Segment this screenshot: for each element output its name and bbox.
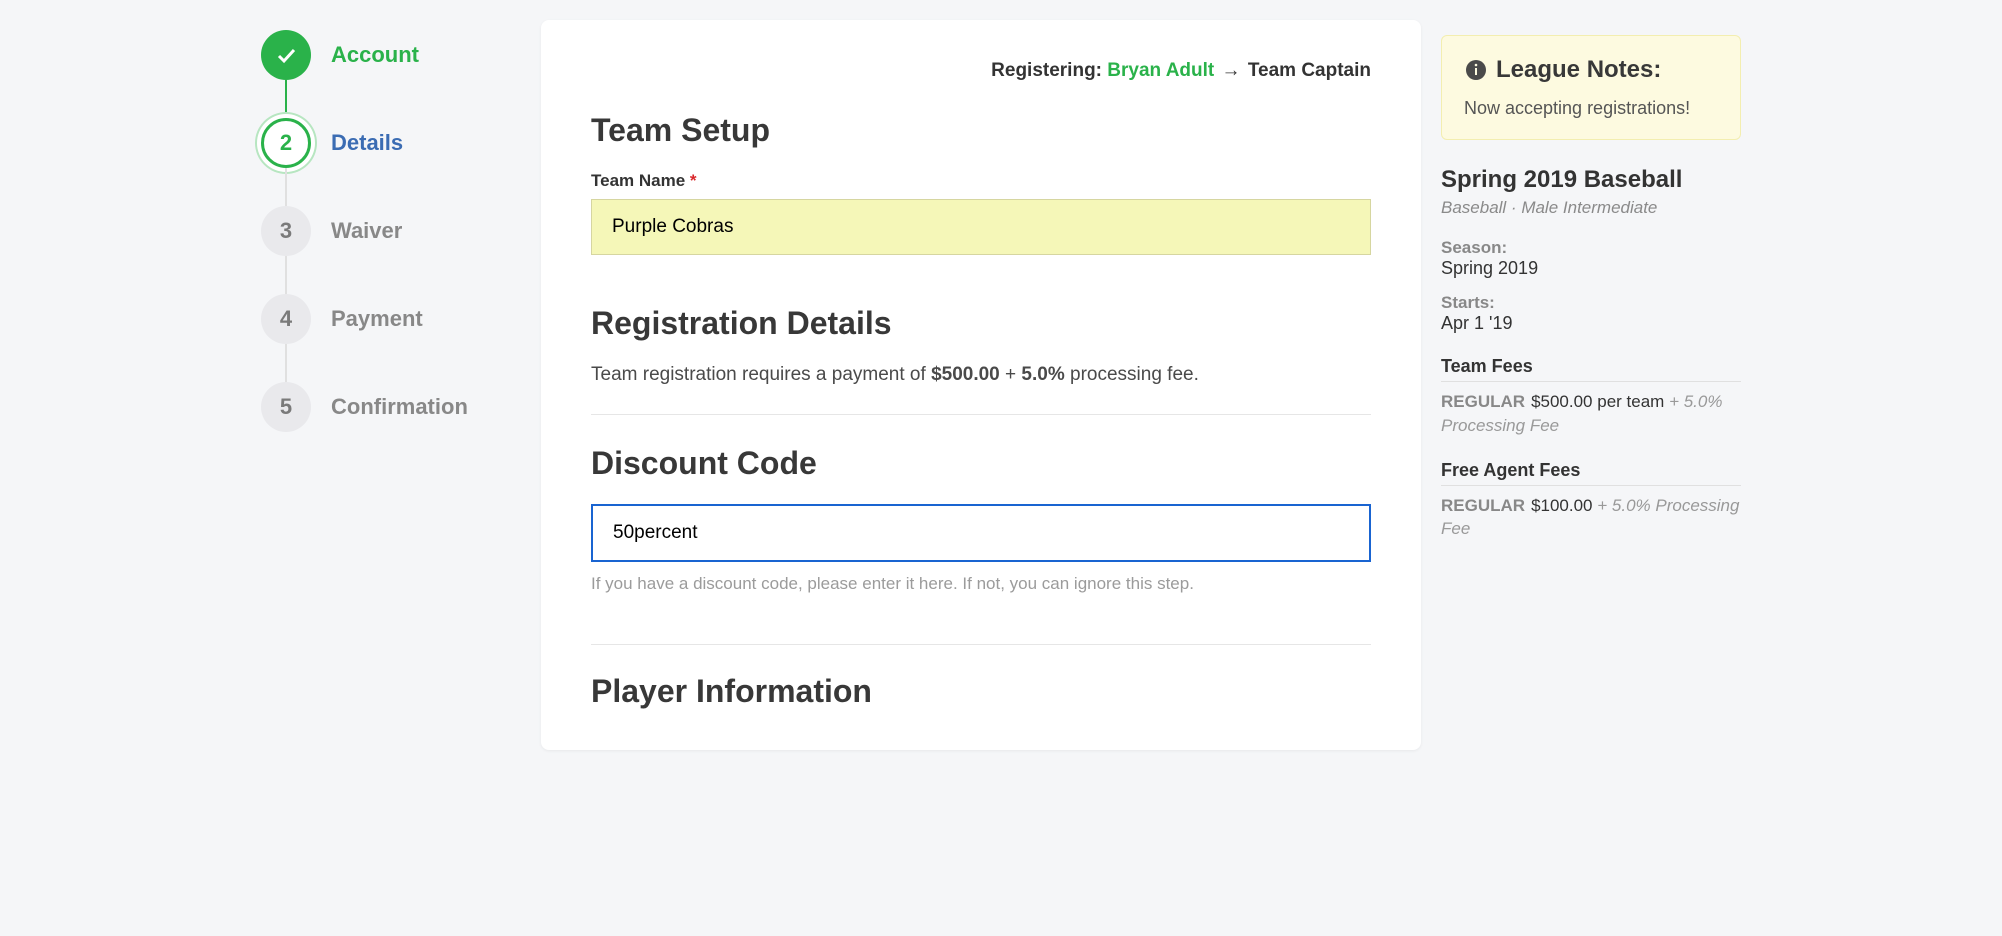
discount-code-input[interactable] — [591, 504, 1371, 562]
league-sidebar: League Notes: Now accepting registration… — [1441, 20, 1741, 750]
discount-help-text: If you have a discount code, please ente… — [591, 574, 1371, 594]
agent-fees-heading: Free Agent Fees — [1441, 460, 1741, 486]
league-title: Spring 2019 Baseball — [1441, 166, 1741, 194]
registering-header: Registering: Bryan Adult → Team Captain — [591, 60, 1371, 82]
check-icon — [261, 30, 311, 80]
agent-fees-section: Free Agent Fees REGULAR$100.00 + 5.0% Pr… — [1441, 460, 1741, 542]
registering-user-link[interactable]: Bryan Adult — [1107, 60, 1214, 81]
team-fees-row: REGULAR$500.00 per team + 5.0% Processin… — [1441, 390, 1741, 438]
registration-details-text: Team registration requires a payment of … — [591, 364, 1371, 386]
league-notes-box: League Notes: Now accepting registration… — [1441, 35, 1741, 140]
team-name-label: Team Name * — [591, 171, 1371, 191]
step-label: Waiver — [331, 218, 402, 244]
discount-code-heading: Discount Code — [591, 445, 1371, 482]
info-icon — [1464, 58, 1488, 82]
step-label: Details — [331, 130, 403, 156]
divider — [591, 644, 1371, 645]
registering-prefix: Registering: — [991, 60, 1107, 81]
starts-value: Apr 1 '19 — [1441, 313, 1741, 334]
registration-details-heading: Registration Details — [591, 305, 1371, 342]
season-value: Spring 2019 — [1441, 258, 1741, 279]
step-payment[interactable]: 4 Payment — [261, 294, 521, 382]
divider — [591, 414, 1371, 415]
step-label: Account — [331, 42, 419, 68]
main-form-card: Registering: Bryan Adult → Team Captain … — [541, 20, 1421, 750]
fee-price: $500.00 per team — [1531, 392, 1664, 411]
league-notes-title: League Notes: — [1464, 56, 1718, 84]
fee-tag: REGULAR — [1441, 496, 1525, 515]
team-setup-heading: Team Setup — [591, 112, 1371, 149]
step-account[interactable]: Account — [261, 30, 521, 118]
step-waiver[interactable]: 3 Waiver — [261, 206, 521, 294]
step-label: Payment — [331, 306, 423, 332]
step-confirmation[interactable]: 5 Confirmation — [261, 382, 521, 432]
fee-price: $100.00 — [1531, 496, 1592, 515]
team-name-input[interactable] — [591, 199, 1371, 255]
step-number: 4 — [261, 294, 311, 344]
arrow-icon: → — [1222, 60, 1241, 81]
agent-fees-row: REGULAR$100.00 + 5.0% Processing Fee — [1441, 494, 1741, 542]
league-subtitle: Baseball · Male Intermediate — [1441, 198, 1741, 218]
league-notes-body: Now accepting registrations! — [1464, 98, 1718, 119]
team-fees-section: Team Fees REGULAR$500.00 per team + 5.0%… — [1441, 356, 1741, 438]
step-number: 3 — [261, 206, 311, 256]
step-details[interactable]: 2 Details — [261, 118, 521, 206]
fee-tag: REGULAR — [1441, 392, 1525, 411]
step-label: Confirmation — [331, 394, 468, 420]
player-information-heading: Player Information — [591, 673, 1371, 710]
step-number: 5 — [261, 382, 311, 432]
registering-role: Team Captain — [1248, 60, 1371, 81]
progress-steps: Account 2 Details 3 Waiver 4 Payment 5 C… — [261, 20, 521, 750]
team-fees-heading: Team Fees — [1441, 356, 1741, 382]
starts-label: Starts: — [1441, 293, 1741, 313]
step-number: 2 — [261, 118, 311, 168]
required-indicator: * — [690, 171, 697, 190]
season-label: Season: — [1441, 238, 1741, 258]
